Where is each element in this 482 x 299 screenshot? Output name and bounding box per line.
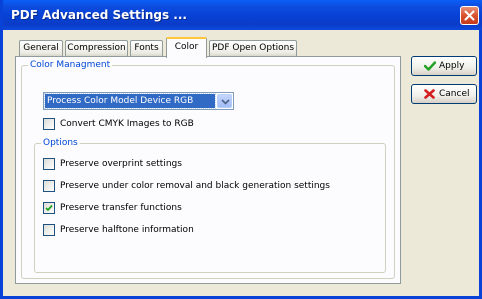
apply-label: Apply: [439, 61, 465, 71]
checkmark-icon: [45, 204, 53, 212]
tab-pdf-open-options-label: PDF Open Options: [211, 43, 295, 53]
title-bar[interactable]: PDF Advanced Settings ...: [3, 0, 482, 30]
color-management-group: Color Managment Process Color Model Devi…: [21, 59, 395, 279]
preserve-overprint-label: Preserve overprint settings: [60, 159, 182, 169]
convert-cmyk-checkbox[interactable]: [43, 118, 55, 130]
window-title: PDF Advanced Settings ...: [11, 8, 187, 22]
x-mark-icon: [424, 89, 435, 99]
close-button[interactable]: [460, 6, 479, 25]
tab-compression[interactable]: Compression: [65, 40, 128, 56]
preserve-ucr-bg-checkbox[interactable]: [43, 180, 55, 192]
apply-button[interactable]: Apply: [411, 56, 477, 76]
tab-general-label: General: [23, 43, 59, 53]
tab-fonts-label: Fonts: [134, 43, 159, 53]
close-icon: [464, 10, 475, 21]
tab-color-label: Color: [174, 42, 199, 52]
tab-color[interactable]: Color: [166, 37, 207, 58]
dropdown-button[interactable]: [217, 94, 232, 108]
tab-compression-label: Compression: [67, 43, 126, 53]
preserve-ucr-bg-label: Preserve under color removal and black g…: [60, 181, 330, 191]
cancel-label: Cancel: [439, 89, 470, 99]
options-title: Options: [41, 137, 80, 149]
color-management-title: Color Managment: [28, 59, 113, 71]
preserve-transfer-checkbox[interactable]: [43, 202, 55, 214]
color-model-value: Process Color Model Device RGB: [44, 93, 216, 109]
tab-general[interactable]: General: [19, 40, 63, 56]
tab-pdf-open-options[interactable]: PDF Open Options: [209, 40, 297, 56]
preserve-halftone-label: Preserve halftone information: [60, 225, 194, 235]
tab-fonts[interactable]: Fonts: [130, 40, 163, 56]
convert-cmyk-label: Convert CMYK Images to RGB: [60, 119, 194, 129]
preserve-overprint-checkbox[interactable]: [43, 158, 55, 170]
checkmark-icon: [424, 61, 436, 71]
dialog-window: PDF Advanced Settings ... General Compre…: [0, 0, 482, 299]
preserve-transfer-label: Preserve transfer functions: [60, 203, 182, 213]
preserve-halftone-checkbox[interactable]: [43, 224, 55, 236]
color-model-select[interactable]: Process Color Model Device RGB: [43, 92, 234, 110]
color-tab-panel: Color Managment Process Color Model Devi…: [15, 56, 401, 284]
cancel-button[interactable]: Cancel: [411, 84, 477, 104]
chevron-down-icon: [221, 99, 230, 105]
options-group: Options Preserve overprint settings Pres…: [34, 137, 386, 273]
